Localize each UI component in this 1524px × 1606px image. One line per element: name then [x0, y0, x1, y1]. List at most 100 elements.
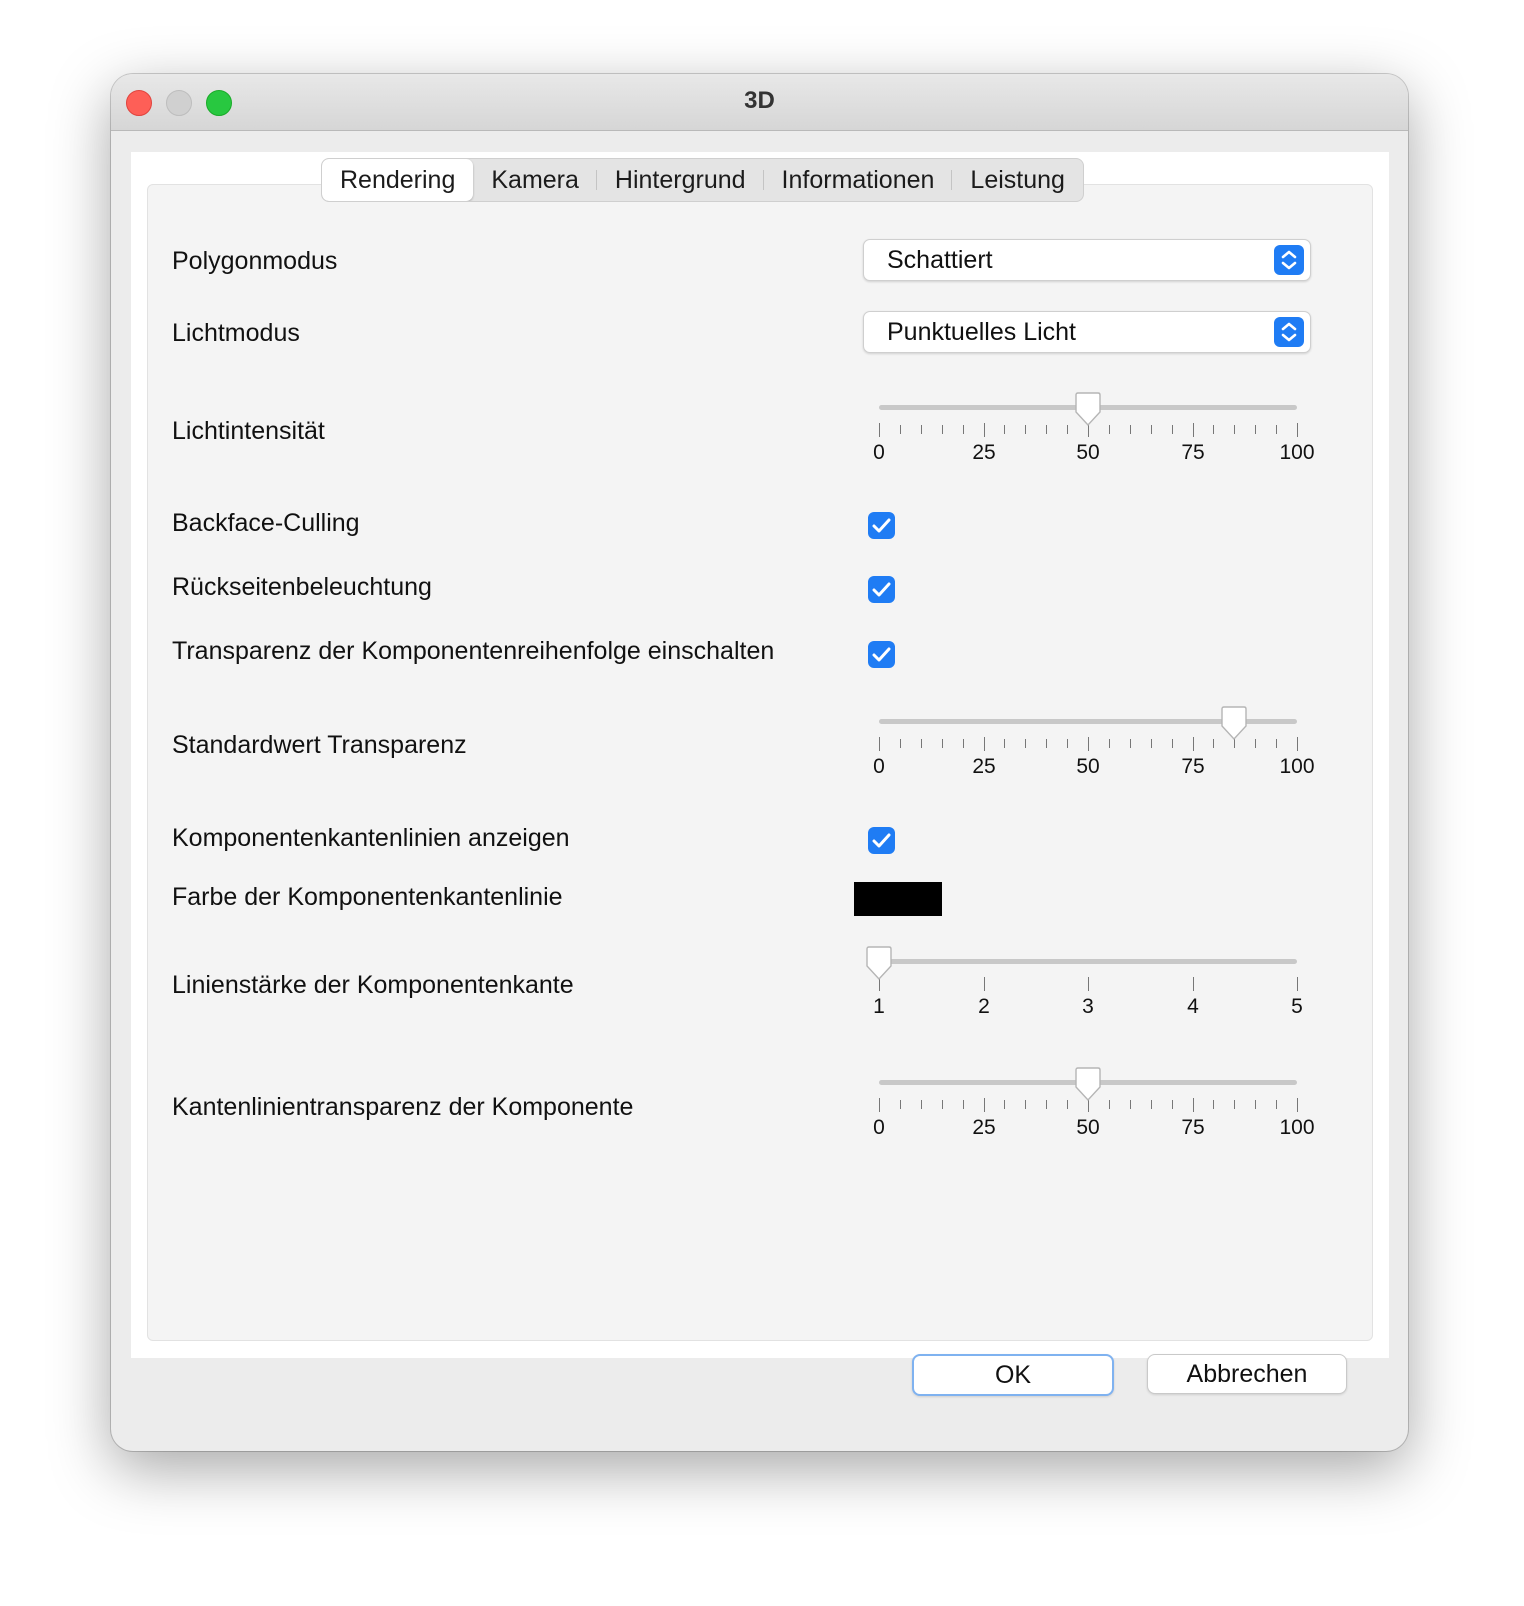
minor-tick: [1025, 1100, 1026, 1109]
tab-bar: Rendering Kamera Hintergrund Information…: [321, 158, 1084, 202]
tick-label: 100: [1279, 1116, 1315, 1139]
cancel-button[interactable]: Abbrechen: [1147, 1354, 1347, 1394]
minor-tick: [963, 739, 964, 748]
minor-tick: [1151, 739, 1152, 748]
major-tick: [879, 1098, 880, 1112]
slider-thumb[interactable]: [1072, 392, 1104, 433]
edge-transparency-label: Kantenlinientransparenz der Komponente: [172, 1093, 634, 1121]
minor-tick: [1255, 1100, 1256, 1109]
polygon-mode-value: Schattiert: [887, 246, 993, 274]
polygon-mode-select[interactable]: Schattiert: [863, 239, 1311, 281]
minor-tick: [1067, 425, 1068, 434]
edge-lines-label: Komponentenkantenlinien anzeigen: [172, 824, 570, 852]
minor-tick: [942, 739, 943, 748]
tick-label: 50: [1076, 1116, 1100, 1139]
minor-tick: [1276, 739, 1277, 748]
checkmark-icon: [872, 582, 891, 597]
tick-label: 100: [1279, 441, 1315, 464]
minor-tick: [1255, 425, 1256, 434]
tick-label: 75: [1181, 1116, 1205, 1139]
tab-hintergrund[interactable]: Hintergrund: [597, 159, 764, 201]
minor-tick: [1004, 425, 1005, 434]
slider-thumb[interactable]: [863, 946, 895, 987]
light-mode-select[interactable]: Punktuelles Licht: [863, 311, 1311, 353]
minor-tick: [921, 1100, 922, 1109]
slider-track[interactable]: [879, 959, 1297, 964]
chevron-updown-icon: [1274, 245, 1304, 275]
minor-tick: [1276, 1100, 1277, 1109]
minor-tick: [1234, 425, 1235, 434]
major-tick: [1193, 1098, 1194, 1112]
major-tick: [1088, 737, 1089, 751]
checkmark-icon: [872, 518, 891, 533]
order-transparency-checkbox[interactable]: [868, 641, 895, 668]
tick-label: 25: [972, 441, 996, 464]
tick-label: 5: [1291, 995, 1303, 1018]
minor-tick: [1172, 1100, 1173, 1109]
tick-label: 75: [1181, 755, 1205, 778]
content-area: Polygonmodus Schattiert Lichtmodus Punkt…: [131, 152, 1389, 1358]
ok-button[interactable]: OK: [912, 1354, 1114, 1396]
minor-tick: [1130, 425, 1131, 434]
title-bar[interactable]: 3D: [111, 74, 1408, 131]
edge-color-swatch[interactable]: [854, 882, 942, 916]
tick-label: 100: [1279, 755, 1315, 778]
major-tick: [1193, 977, 1194, 991]
tick-label: 25: [972, 755, 996, 778]
major-tick: [879, 423, 880, 437]
major-tick: [984, 1098, 985, 1112]
major-tick: [984, 423, 985, 437]
tick-label: 50: [1076, 441, 1100, 464]
checkmark-icon: [872, 647, 891, 662]
dialog-window: 3D Polygonmodus Schattiert Lichtmodus Pu…: [111, 74, 1408, 1451]
minor-tick: [1151, 425, 1152, 434]
major-tick: [1088, 977, 1089, 991]
minor-tick: [1025, 425, 1026, 434]
backlight-label: Rückseitenbeleuchtung: [172, 573, 432, 601]
minor-tick: [1255, 739, 1256, 748]
minor-tick: [1004, 739, 1005, 748]
tick-label: 25: [972, 1116, 996, 1139]
minor-tick: [1213, 1100, 1214, 1109]
minor-tick: [1067, 739, 1068, 748]
minor-tick: [1046, 739, 1047, 748]
slider-thumb[interactable]: [1218, 706, 1250, 747]
edge-lines-checkbox[interactable]: [868, 827, 895, 854]
major-tick: [1297, 977, 1298, 991]
major-tick: [984, 977, 985, 991]
edge-width-slider[interactable]: 1 2 3 4 5: [858, 946, 1328, 1029]
order-transparency-label: Transparenz der Komponentenreihenfolge e…: [172, 637, 775, 665]
minor-tick: [1004, 1100, 1005, 1109]
major-tick: [1193, 737, 1194, 751]
minor-tick: [1213, 425, 1214, 434]
minor-tick: [1109, 425, 1110, 434]
major-tick: [1297, 423, 1298, 437]
backface-culling-checkbox[interactable]: [868, 512, 895, 539]
major-tick: [984, 737, 985, 751]
edge-transparency-slider[interactable]: 0 25 50 75 100: [858, 1067, 1328, 1150]
tick-label: 50: [1076, 755, 1100, 778]
major-tick: [1297, 737, 1298, 751]
light-mode-value: Punktuelles Licht: [887, 318, 1077, 346]
edge-width-label: Linienstärke der Komponentenkante: [172, 971, 574, 999]
tab-rendering[interactable]: Rendering: [322, 159, 474, 201]
minor-tick: [1276, 425, 1277, 434]
light-intensity-slider[interactable]: 0 25 50 75 100: [858, 392, 1328, 475]
tab-informationen[interactable]: Informationen: [764, 159, 953, 201]
major-tick: [1193, 423, 1194, 437]
minor-tick: [1046, 1100, 1047, 1109]
tick-label: 3: [1082, 995, 1094, 1018]
polygon-mode-label: Polygonmodus: [172, 247, 338, 275]
backlight-checkbox[interactable]: [868, 576, 895, 603]
minor-tick: [1213, 739, 1214, 748]
minor-tick: [1172, 739, 1173, 748]
tab-kamera[interactable]: Kamera: [473, 159, 597, 201]
chevron-updown-icon: [1274, 317, 1304, 347]
minor-tick: [1130, 1100, 1131, 1109]
light-mode-label: Lichtmodus: [172, 319, 300, 347]
tab-panel: Polygonmodus Schattiert Lichtmodus Punkt…: [147, 184, 1373, 1341]
slider-thumb[interactable]: [1072, 1067, 1104, 1108]
tab-leistung[interactable]: Leistung: [952, 159, 1083, 201]
default-transparency-slider[interactable]: 0 25 50 75 100: [858, 706, 1328, 789]
minor-tick: [963, 425, 964, 434]
